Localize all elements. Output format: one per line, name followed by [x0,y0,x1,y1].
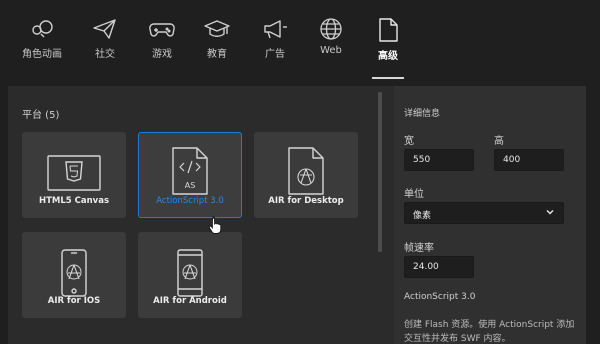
template-description: 创建 Flash 资源。使用 ActionScript 添加交互性并发布 SWF… [404,320,575,344]
tab-label: 高级 [378,51,398,62]
file-badge-text: AS [184,181,196,190]
card-label: AIR for IOS [47,296,101,306]
air-android-icon [177,249,203,297]
height-label: 高 [494,136,504,147]
fps-field[interactable]: 24.00 [404,256,474,278]
platform-card-air-desktop[interactable]: AIR for Desktop [254,132,358,218]
template-heading: ActionScript 3.0 [404,292,476,302]
tab-advertising[interactable]: 广告 [253,18,297,78]
details-title: 详细信息 [404,109,441,119]
air-desktop-icon [288,147,324,195]
tab-character-animation[interactable]: 角色动画 [20,18,64,78]
height-field[interactable]: 400 [494,149,564,171]
chevron-down-icon [546,209,554,215]
graduation-cap-icon [204,20,230,37]
tab-label: 游戏 [152,49,172,60]
platform-card-air-ios[interactable]: AIR for IOS [22,232,126,318]
tab-label: 教育 [207,49,227,60]
card-label: AIR for Desktop [268,196,344,206]
card-label: HTML5 Canvas [38,196,110,206]
paper-plane-icon [93,19,116,39]
width-label: 宽 [404,136,414,147]
details-panel: 详细信息 宽 550 高 400 单位 像素 帧速率 24.00 ActionS… [394,86,586,344]
tab-label: 社交 [95,49,115,60]
unit-select[interactable]: 像素 [404,202,564,224]
width-field[interactable]: 550 [404,149,474,171]
tab-games[interactable]: 游戏 [140,18,184,78]
platform-section-title: 平台 (5) [22,110,60,121]
active-tab-indicator [372,77,404,79]
content-panel: 平台 (5) HTML5 Canvas AS ActionScript 3.0 … [8,86,586,344]
tab-label: 角色动画 [22,49,62,60]
megaphone-icon [264,20,287,39]
html5-icon [47,155,101,191]
hand-cursor-icon [209,216,222,234]
tab-education[interactable]: 教育 [195,18,239,78]
tab-social[interactable]: 社交 [83,18,127,78]
fps-label: 帧速率 [404,243,434,254]
card-label: AIR for Android [153,296,227,306]
card-label: ActionScript 3.0 [156,196,224,206]
platform-card-actionscript[interactable]: AS ActionScript 3.0 [138,132,242,218]
category-tab-bar: 角色动画 社交 游戏 教育 广告 Web 高级 [0,0,600,86]
unit-select-value: 像素 [413,211,432,221]
platform-card-air-android[interactable]: AIR for Android [138,232,242,318]
tab-advanced[interactable]: 高级 [366,18,410,79]
tab-label: Web [320,45,342,56]
air-ios-icon [61,249,87,297]
gamepad-icon [149,23,175,37]
tab-web[interactable]: Web [309,18,353,78]
document-icon [379,18,398,42]
globe-icon [320,18,342,40]
unit-label: 单位 [404,189,424,200]
scrollbar-thumb[interactable] [378,92,382,252]
tab-label: 广告 [265,49,285,60]
character-icon [32,20,53,38]
platform-card-html5-canvas[interactable]: HTML5 Canvas [22,132,126,218]
